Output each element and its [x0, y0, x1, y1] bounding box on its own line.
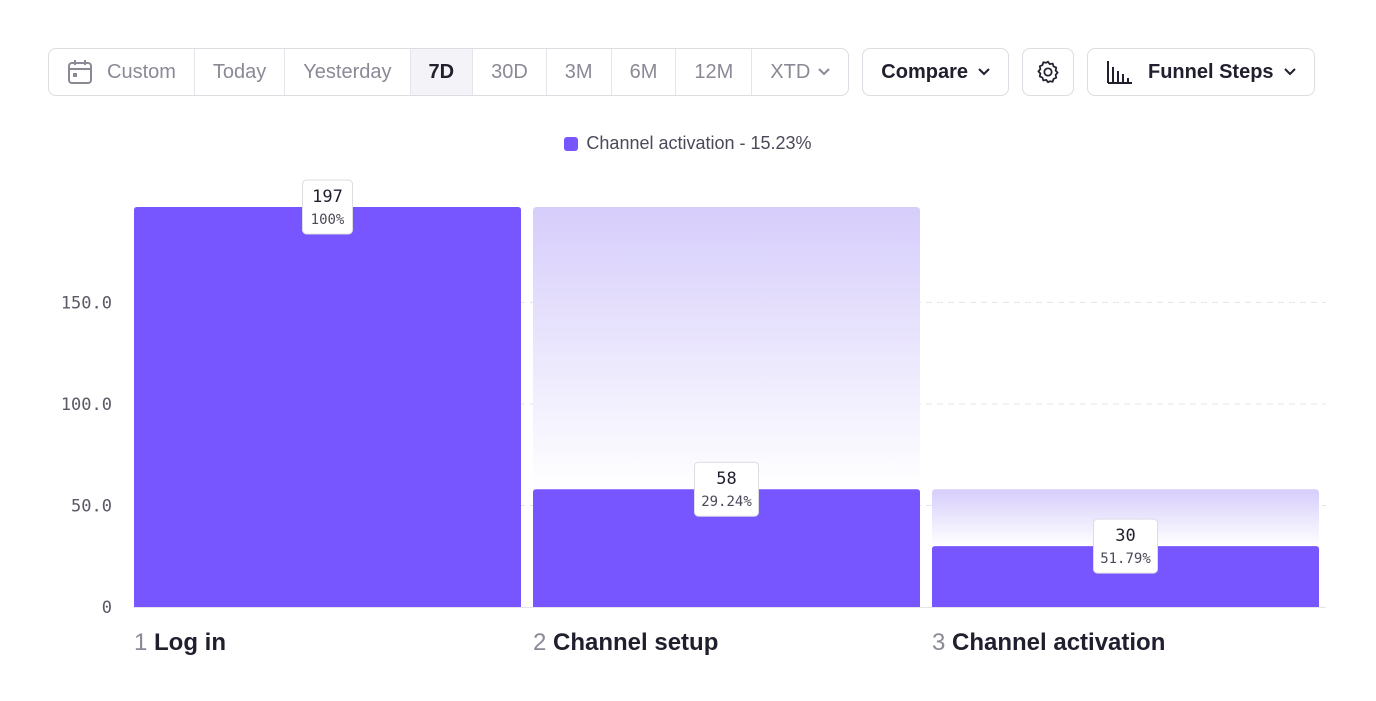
y-tick-label: 150.0: [61, 293, 112, 313]
step-number: 3: [932, 629, 945, 656]
funnel-chart: 050.0100.0150.0 197100%5829.24%3051.79% …: [61, 179, 1326, 656]
dropoff-bar: [533, 207, 920, 490]
data-label-count: 30: [1115, 526, 1135, 546]
step-name: Channel activation: [952, 629, 1165, 656]
step-name: Log in: [154, 629, 226, 656]
bar-1: [134, 207, 521, 607]
data-label-count: 58: [716, 469, 736, 489]
step-number: 1: [134, 629, 147, 656]
data-label-percent: 29.24%: [701, 494, 752, 510]
y-tick-label: 0: [102, 598, 112, 618]
data-label-count: 197: [312, 187, 343, 207]
step-name: Channel setup: [553, 629, 718, 656]
step-number: 2: [533, 629, 546, 656]
y-tick-label: 50.0: [71, 496, 112, 516]
y-tick-label: 100.0: [61, 395, 112, 415]
data-label-percent: 51.79%: [1100, 551, 1151, 567]
data-label-percent: 100%: [311, 212, 345, 228]
